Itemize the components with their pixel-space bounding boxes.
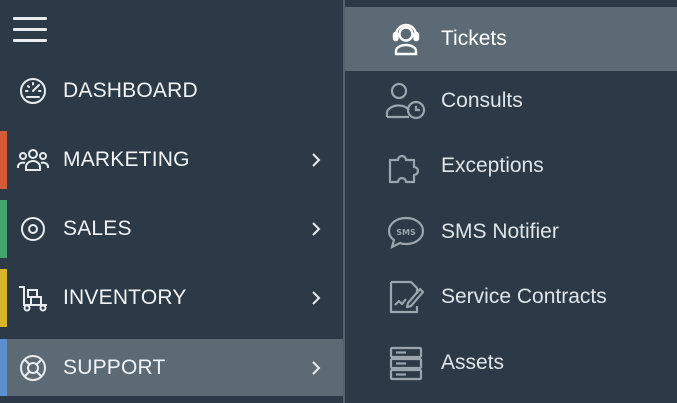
hand-truck-icon — [17, 282, 49, 314]
submenu-item-label: Tickets — [441, 27, 507, 50]
submenu-item-exceptions[interactable]: Exceptions — [345, 134, 677, 198]
sidebar-item-marketing[interactable]: MARKETING — [0, 131, 343, 189]
submenu-item-tickets[interactable]: Tickets — [345, 7, 677, 71]
sidebar-item-label: SALES — [63, 217, 132, 240]
submenu-item-label: Service Contracts — [441, 285, 607, 308]
submenu-item-label: Assets — [441, 351, 505, 374]
submenu-item-consults[interactable]: Consults — [345, 69, 677, 133]
people-group-icon — [17, 144, 49, 176]
submenu-item-label: Consults — [441, 89, 523, 112]
user-clock-icon — [385, 80, 427, 122]
sidebar-item-label: SUPPORT — [63, 355, 166, 379]
server-stack-icon — [385, 342, 427, 384]
marketing-accent-bar — [0, 131, 7, 189]
sms-bubble-icon: SMS — [385, 211, 427, 253]
submenu-item-label: SMS Notifier — [441, 220, 559, 243]
main-sidebar: DASHBOARD MARKETING SALES INVENTORY SUPP… — [0, 0, 343, 403]
inventory-accent-bar — [0, 269, 7, 327]
chevron-right-icon — [308, 150, 324, 170]
chevron-right-icon — [308, 219, 324, 239]
hamburger-menu-icon[interactable] — [13, 14, 47, 44]
gauge-icon — [17, 75, 49, 107]
submenu-item-sms-notifier[interactable]: SMS SMS Notifier — [345, 200, 677, 264]
support-submenu: Tickets Consults Exceptions SMS SMS Noti… — [345, 0, 677, 403]
target-icon — [17, 213, 49, 245]
sales-accent-bar — [0, 200, 7, 258]
sidebar-item-label: INVENTORY — [63, 286, 187, 309]
sidebar-item-label: MARKETING — [63, 148, 190, 171]
lifebuoy-icon — [17, 352, 49, 384]
contract-pen-icon — [385, 276, 427, 318]
chevron-right-icon — [308, 358, 324, 378]
headset-agent-icon — [385, 18, 427, 60]
submenu-item-service-contracts[interactable]: Service Contracts — [345, 265, 677, 329]
sidebar-item-dashboard[interactable]: DASHBOARD — [0, 62, 343, 120]
chevron-right-icon — [308, 288, 324, 308]
sidebar-item-label: DASHBOARD — [63, 79, 198, 102]
sidebar-item-sales[interactable]: SALES — [0, 200, 343, 258]
submenu-item-assets[interactable]: Assets — [345, 331, 677, 395]
sidebar-item-inventory[interactable]: INVENTORY — [0, 269, 343, 327]
svg-text:SMS: SMS — [396, 228, 416, 237]
support-accent-bar — [0, 339, 7, 396]
submenu-item-label: Exceptions — [441, 154, 544, 177]
puzzle-piece-icon — [385, 145, 427, 187]
sidebar-item-support[interactable]: SUPPORT — [0, 339, 343, 396]
